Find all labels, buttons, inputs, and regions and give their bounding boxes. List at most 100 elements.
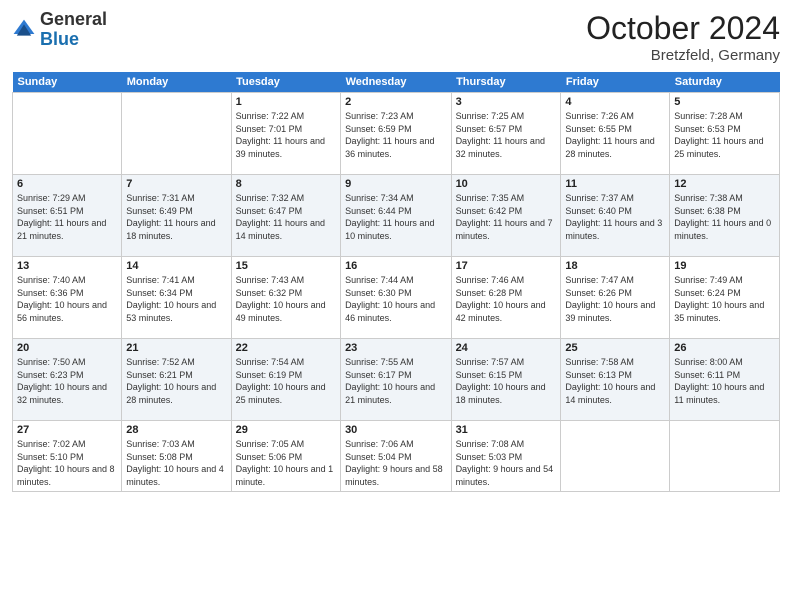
day-info: Sunrise: 7:44 AMSunset: 6:30 PMDaylight:… bbox=[345, 274, 447, 324]
table-row: 6Sunrise: 7:29 AMSunset: 6:51 PMDaylight… bbox=[13, 175, 122, 257]
day-info: Sunrise: 7:54 AMSunset: 6:19 PMDaylight:… bbox=[236, 356, 336, 406]
day-info: Sunrise: 7:43 AMSunset: 6:32 PMDaylight:… bbox=[236, 274, 336, 324]
calendar-week-1: 1 Sunrise: 7:22 AMSunset: 7:01 PMDaylight… bbox=[13, 93, 780, 175]
table-row: 12 Sunrise: 7:38 AMSunset: 6:38 PMDayligh… bbox=[670, 175, 780, 257]
table-row: 4 Sunrise: 7:26 AMSunset: 6:55 PMDaylight… bbox=[561, 93, 670, 175]
day-info: Sunrise: 7:03 AMSunset: 5:08 PMDaylight:… bbox=[126, 438, 226, 488]
logo-icon bbox=[12, 18, 36, 42]
day-number: 24 bbox=[456, 342, 557, 354]
col-wednesday: Wednesday bbox=[341, 72, 452, 93]
table-row: 15Sunrise: 7:43 AMSunset: 6:32 PMDayligh… bbox=[231, 257, 340, 339]
table-row: 23 Sunrise: 7:55 AMSunset: 6:17 PMDayligh… bbox=[341, 339, 452, 421]
day-number: 30 bbox=[345, 424, 447, 436]
table-row: 7 Sunrise: 7:31 AMSunset: 6:49 PMDaylight… bbox=[122, 175, 231, 257]
table-row: 16Sunrise: 7:44 AMSunset: 6:30 PMDayligh… bbox=[341, 257, 452, 339]
table-row: 26 Sunrise: 8:00 AMSunset: 6:11 PMDayligh… bbox=[670, 339, 780, 421]
day-info: Sunrise: 7:38 AMSunset: 6:38 PMDaylight:… bbox=[674, 192, 775, 242]
table-row: 11 Sunrise: 7:37 AMSunset: 6:40 PMDayligh… bbox=[561, 175, 670, 257]
day-info: Sunrise: 7:50 AMSunset: 6:23 PMDaylight:… bbox=[17, 356, 117, 406]
day-info: Sunrise: 7:23 AMSunset: 6:59 PMDaylight:… bbox=[345, 110, 447, 160]
day-number: 29 bbox=[236, 424, 336, 436]
calendar-week-4: 20 Sunrise: 7:50 AMSunset: 6:23 PMDayligh… bbox=[13, 339, 780, 421]
day-info: Sunrise: 7:32 AMSunset: 6:47 PMDaylight:… bbox=[236, 192, 336, 242]
day-info: Sunrise: 7:46 AMSunset: 6:28 PMDaylight:… bbox=[456, 274, 557, 324]
day-info: Sunrise: 7:47 AMSunset: 6:26 PMDaylight:… bbox=[565, 274, 665, 324]
day-number: 17 bbox=[456, 260, 557, 272]
col-saturday: Saturday bbox=[670, 72, 780, 93]
day-number: 20 bbox=[17, 342, 117, 354]
day-info: Sunrise: 7:58 AMSunset: 6:13 PMDaylight:… bbox=[565, 356, 665, 406]
day-info: Sunrise: 7:26 AMSunset: 6:55 PMDaylight:… bbox=[565, 110, 665, 160]
day-number: 18 bbox=[565, 260, 665, 272]
table-row: 3Sunrise: 7:25 AMSunset: 6:57 PMDaylight… bbox=[451, 93, 561, 175]
col-tuesday: Tuesday bbox=[231, 72, 340, 93]
day-number: 31 bbox=[456, 424, 557, 436]
table-row: 22Sunrise: 7:54 AMSunset: 6:19 PMDayligh… bbox=[231, 339, 340, 421]
day-info: Sunrise: 7:22 AMSunset: 7:01 PMDaylight:… bbox=[236, 110, 336, 160]
day-number: 12 bbox=[674, 178, 775, 190]
day-info: Sunrise: 7:05 AMSunset: 5:06 PMDaylight:… bbox=[236, 438, 336, 488]
day-number: 1 bbox=[236, 96, 336, 108]
day-number: 5 bbox=[674, 96, 775, 108]
table-row: 2 Sunrise: 7:23 AMSunset: 6:59 PMDaylight… bbox=[341, 93, 452, 175]
table-row: 17 Sunrise: 7:46 AMSunset: 6:28 PMDayligh… bbox=[451, 257, 561, 339]
day-info: Sunrise: 7:55 AMSunset: 6:17 PMDaylight:… bbox=[345, 356, 447, 406]
day-info: Sunrise: 7:29 AMSunset: 6:51 PMDaylight:… bbox=[17, 192, 117, 242]
calendar-week-5: 27Sunrise: 7:02 AMSunset: 5:10 PMDayligh… bbox=[13, 421, 780, 492]
day-number: 26 bbox=[674, 342, 775, 354]
table-row: 13Sunrise: 7:40 AMSunset: 6:36 PMDayligh… bbox=[13, 257, 122, 339]
day-info: Sunrise: 7:52 AMSunset: 6:21 PMDaylight:… bbox=[126, 356, 226, 406]
logo: General Blue bbox=[12, 10, 107, 50]
col-friday: Friday bbox=[561, 72, 670, 93]
table-row: 21 Sunrise: 7:52 AMSunset: 6:21 PMDayligh… bbox=[122, 339, 231, 421]
day-info: Sunrise: 7:41 AMSunset: 6:34 PMDaylight:… bbox=[126, 274, 226, 324]
title-block: October 2024 Bretzfeld, Germany bbox=[586, 10, 780, 64]
day-number: 21 bbox=[126, 342, 226, 354]
header: General Blue October 2024 Bretzfeld, Ger… bbox=[12, 10, 780, 64]
day-info: Sunrise: 7:57 AMSunset: 6:15 PMDaylight:… bbox=[456, 356, 557, 406]
table-row bbox=[561, 421, 670, 492]
day-info: Sunrise: 7:25 AMSunset: 6:57 PMDaylight:… bbox=[456, 110, 557, 160]
calendar-header-row: Sunday Monday Tuesday Wednesday Thursday… bbox=[13, 72, 780, 93]
day-info: Sunrise: 7:34 AMSunset: 6:44 PMDaylight:… bbox=[345, 192, 447, 242]
day-number: 28 bbox=[126, 424, 226, 436]
table-row: 9 Sunrise: 7:34 AMSunset: 6:44 PMDaylight… bbox=[341, 175, 452, 257]
day-number: 7 bbox=[126, 178, 226, 190]
table-row: 28 Sunrise: 7:03 AMSunset: 5:08 PMDayligh… bbox=[122, 421, 231, 492]
day-info: Sunrise: 7:08 AMSunset: 5:03 PMDaylight:… bbox=[456, 438, 557, 488]
day-number: 10 bbox=[456, 178, 557, 190]
day-info: Sunrise: 7:06 AMSunset: 5:04 PMDaylight:… bbox=[345, 438, 447, 488]
day-number: 25 bbox=[565, 342, 665, 354]
day-info: Sunrise: 7:49 AMSunset: 6:24 PMDaylight:… bbox=[674, 274, 775, 324]
day-info: Sunrise: 7:31 AMSunset: 6:49 PMDaylight:… bbox=[126, 192, 226, 242]
day-number: 23 bbox=[345, 342, 447, 354]
calendar-week-2: 6Sunrise: 7:29 AMSunset: 6:51 PMDaylight… bbox=[13, 175, 780, 257]
day-info: Sunrise: 7:37 AMSunset: 6:40 PMDaylight:… bbox=[565, 192, 665, 242]
day-number: 9 bbox=[345, 178, 447, 190]
location: Bretzfeld, Germany bbox=[586, 47, 780, 64]
day-number: 4 bbox=[565, 96, 665, 108]
day-info: Sunrise: 7:40 AMSunset: 6:36 PMDaylight:… bbox=[17, 274, 117, 324]
col-thursday: Thursday bbox=[451, 72, 561, 93]
col-sunday: Sunday bbox=[13, 72, 122, 93]
month-title: October 2024 bbox=[586, 10, 780, 47]
table-row bbox=[122, 93, 231, 175]
table-row: 1 Sunrise: 7:22 AMSunset: 7:01 PMDaylight… bbox=[231, 93, 340, 175]
day-number: 19 bbox=[674, 260, 775, 272]
day-number: 27 bbox=[17, 424, 117, 436]
calendar: Sunday Monday Tuesday Wednesday Thursday… bbox=[12, 72, 780, 492]
day-info: Sunrise: 7:35 AMSunset: 6:42 PMDaylight:… bbox=[456, 192, 557, 242]
table-row: 5 Sunrise: 7:28 AMSunset: 6:53 PMDaylight… bbox=[670, 93, 780, 175]
logo-text: General Blue bbox=[40, 10, 107, 50]
table-row: 14Sunrise: 7:41 AMSunset: 6:34 PMDayligh… bbox=[122, 257, 231, 339]
table-row bbox=[13, 93, 122, 175]
table-row: 18 Sunrise: 7:47 AMSunset: 6:26 PMDayligh… bbox=[561, 257, 670, 339]
table-row: 24 Sunrise: 7:57 AMSunset: 6:15 PMDayligh… bbox=[451, 339, 561, 421]
day-number: 2 bbox=[345, 96, 447, 108]
table-row: 31 Sunrise: 7:08 AMSunset: 5:03 PMDayligh… bbox=[451, 421, 561, 492]
table-row: 10 Sunrise: 7:35 AMSunset: 6:42 PMDayligh… bbox=[451, 175, 561, 257]
table-row: 29 Sunrise: 7:05 AMSunset: 5:06 PMDayligh… bbox=[231, 421, 340, 492]
day-info: Sunrise: 8:00 AMSunset: 6:11 PMDaylight:… bbox=[674, 356, 775, 406]
day-number: 11 bbox=[565, 178, 665, 190]
day-info: Sunrise: 7:28 AMSunset: 6:53 PMDaylight:… bbox=[674, 110, 775, 160]
